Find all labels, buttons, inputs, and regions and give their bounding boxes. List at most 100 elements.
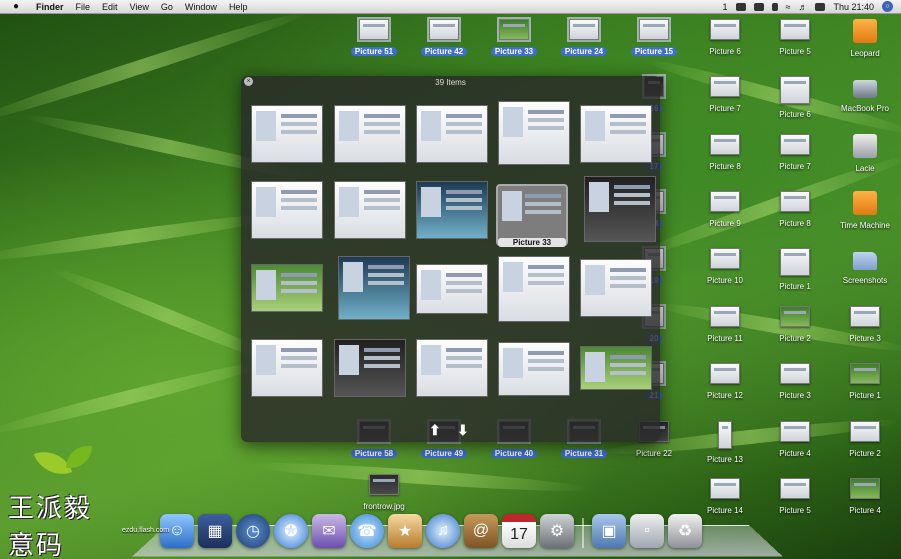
stack-item[interactable] <box>251 339 323 397</box>
wifi-icon[interactable]: ≈ <box>786 2 791 12</box>
desktop-icon-col3-7[interactable]: Picture 1 <box>830 363 900 417</box>
trash-icon[interactable]: ♻ <box>668 514 702 548</box>
stack-item[interactable] <box>334 181 406 239</box>
desktop-icon-col2-1[interactable]: Picture 5 <box>760 19 830 73</box>
stack-item[interactable] <box>498 256 570 322</box>
stack-item[interactable] <box>251 264 323 312</box>
dock: ☺ ▦ ◷ ✪ ✉ ☎ ★ ♫ @ 17 ⚙ ▣ ▫ ♻ <box>160 512 702 548</box>
menu-extras: 1 ≈ ♬ Thu 21:40 ○ <box>723 1 901 12</box>
spaces-icon[interactable]: ▦ <box>198 514 232 548</box>
desktop-icon-col1-5[interactable]: Picture 10 <box>690 248 760 302</box>
close-icon[interactable]: × <box>244 77 253 86</box>
desktop-icon-macbook-pro[interactable]: MacBook Pro <box>830 76 900 130</box>
desktop-icon-col1-6[interactable]: Picture 11 <box>690 306 760 360</box>
picture-thumbnail-icon <box>710 134 740 155</box>
stack-item[interactable] <box>251 105 323 163</box>
desktop-icon-leopard[interactable]: Leopard <box>830 19 900 73</box>
picture-thumbnail-icon <box>780 191 810 212</box>
desktop-icon-col2-6[interactable]: Picture 2 <box>760 306 830 360</box>
itunes-icon[interactable]: ♫ <box>426 514 460 548</box>
stack-item[interactable] <box>584 176 656 242</box>
menu-go[interactable]: Go <box>161 2 173 12</box>
menu-finder[interactable]: Finder <box>36 2 64 12</box>
scroll-up-arrow-icon[interactable]: ⬆ <box>429 422 441 439</box>
stack-item[interactable] <box>580 105 652 163</box>
input-menu-icon[interactable] <box>815 2 826 11</box>
desktop-icon-picture-15[interactable]: Picture 15 <box>619 17 689 73</box>
stack-item-highlighted[interactable]: Picture 33 <box>496 184 568 247</box>
hard-drive-icon <box>853 19 877 43</box>
stack-item[interactable] <box>580 346 652 390</box>
apple-menu-icon[interactable]: ● <box>10 1 22 12</box>
system-preferences-icon[interactable]: ⚙ <box>540 514 574 548</box>
desktop-icon-col1-7[interactable]: Picture 12 <box>690 363 760 417</box>
stack-item[interactable] <box>498 101 570 165</box>
desktop-icon-col2-9[interactable]: Picture 5 <box>760 478 830 532</box>
picture-thumbnail-icon <box>567 17 601 42</box>
desktop-icon-col3-6[interactable]: Picture 3 <box>830 306 900 360</box>
spaces-indicator[interactable]: 1 <box>723 2 728 12</box>
spotlight-icon[interactable]: ○ <box>882 1 893 12</box>
scroll-down-arrow-icon[interactable]: ⬇ <box>457 422 469 439</box>
desktop-icon-col1-3[interactable]: Picture 8 <box>690 134 760 188</box>
menu-window[interactable]: Window <box>185 2 217 12</box>
desktop-icon-col2-4[interactable]: Picture 8 <box>760 191 830 245</box>
desktop-icon-picture-42[interactable]: Picture 42 <box>409 17 479 73</box>
iphoto-icon[interactable]: ★ <box>388 514 422 548</box>
desktop-icon-lacie[interactable]: Lacie <box>830 134 900 188</box>
menu-help[interactable]: Help <box>229 2 248 12</box>
address-book-icon[interactable]: @ <box>464 514 498 548</box>
desktop-icon-col1-8[interactable]: Picture 13 <box>690 421 760 475</box>
picture-thumbnail-icon <box>710 478 740 499</box>
stack-item[interactable] <box>334 339 406 397</box>
time-machine-icon[interactable]: ◷ <box>236 514 270 548</box>
stack-item[interactable] <box>416 181 488 239</box>
desktop-icon-picture-33[interactable]: Picture 33 <box>479 17 549 73</box>
stack-item[interactable] <box>580 259 652 317</box>
desktop-icon-col2-3[interactable]: Picture 7 <box>760 134 830 188</box>
menu-view[interactable]: View <box>130 2 149 12</box>
desktop-icon-col2-7[interactable]: Picture 3 <box>760 363 830 417</box>
display-icon[interactable] <box>735 2 746 11</box>
ichat-icon[interactable]: ☎ <box>350 514 384 548</box>
picture-thumbnail-icon <box>710 76 740 97</box>
desktop-icon-col1-1[interactable]: Picture 6 <box>690 19 760 73</box>
picture-thumbnail-icon <box>850 478 880 499</box>
stack-item[interactable] <box>416 339 488 397</box>
picture-thumbnail-icon <box>780 306 810 327</box>
desktop-icon-col3-8[interactable]: Picture 2 <box>830 421 900 475</box>
documents-stack-icon[interactable]: ▫ <box>630 514 664 548</box>
desktop-icon-picture-51[interactable]: Picture 51 <box>339 17 409 73</box>
desktop-icon-col3-9[interactable]: Picture 4 <box>830 478 900 532</box>
desktop-icon-screenshots[interactable]: Screenshots <box>830 248 900 302</box>
picture-thumbnail-icon <box>780 248 810 276</box>
watermark-logo: 王派毅 意码 ezdu.flash.com <box>8 443 169 559</box>
stack-item[interactable] <box>338 256 410 320</box>
desktop-icon-col2-2[interactable]: Picture 6 <box>760 76 830 130</box>
picture-thumbnail-icon <box>427 17 461 42</box>
bluetooth-icon[interactable] <box>771 2 778 11</box>
ical-icon[interactable]: 17 <box>502 514 536 548</box>
picture-thumbnail-icon <box>850 421 880 442</box>
mail-icon[interactable]: ✉ <box>312 514 346 548</box>
desktop-icon-picture-24[interactable]: Picture 24 <box>549 17 619 73</box>
stack-item[interactable] <box>334 105 406 163</box>
picture-thumbnail-icon <box>850 363 880 384</box>
picture-thumbnail-icon <box>710 19 740 40</box>
stack-item[interactable] <box>251 181 323 239</box>
stack-item[interactable] <box>498 342 570 396</box>
menu-clock[interactable]: Thu 21:40 <box>833 2 874 12</box>
desktop-icon-col2-5[interactable]: Picture 1 <box>760 248 830 302</box>
battery-icon[interactable] <box>753 2 764 11</box>
desktop-icon-col1-2[interactable]: Picture 7 <box>690 76 760 130</box>
desktop-icon-col1-4[interactable]: Picture 9 <box>690 191 760 245</box>
menu-file[interactable]: File <box>76 2 91 12</box>
stack-item[interactable] <box>416 264 488 314</box>
menu-edit[interactable]: Edit <box>102 2 118 12</box>
safari-icon[interactable]: ✪ <box>274 514 308 548</box>
desktop-icon-time-machine[interactable]: Time Machine <box>830 191 900 245</box>
applications-stack-icon[interactable]: ▣ <box>592 514 626 548</box>
stack-item[interactable] <box>416 105 488 163</box>
volume-icon[interactable]: ♬ <box>798 2 807 12</box>
desktop-icon-col2-8[interactable]: Picture 4 <box>760 421 830 475</box>
